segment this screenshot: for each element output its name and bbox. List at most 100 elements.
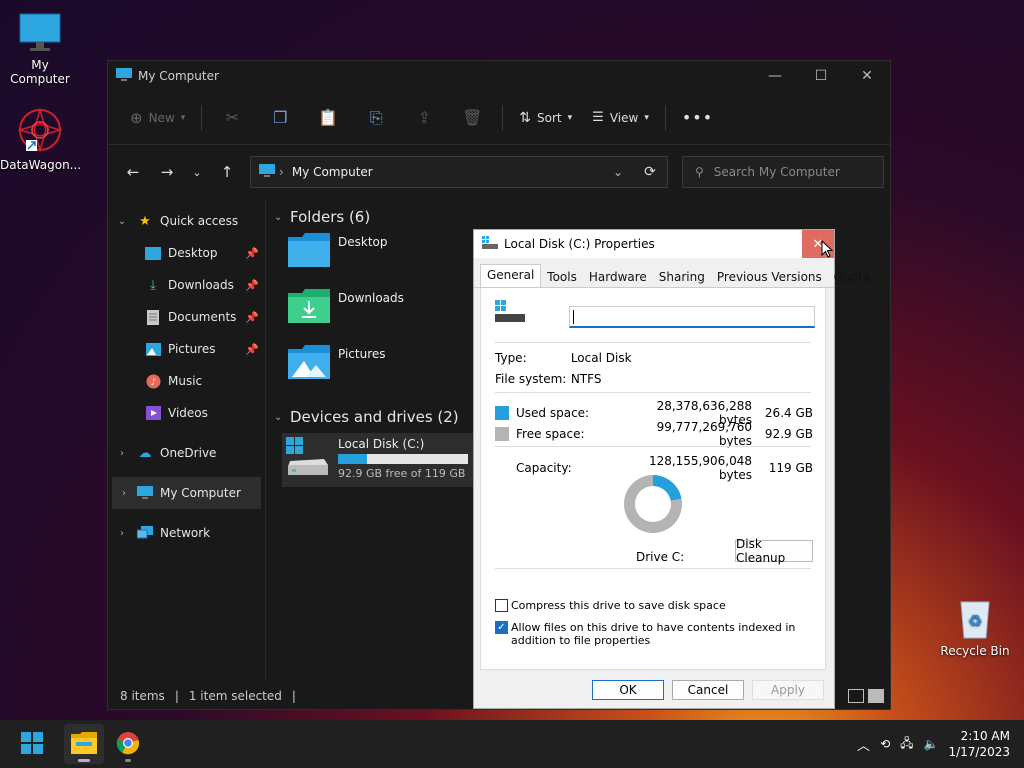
tiles-view-icon[interactable] [868,689,884,703]
apply-button[interactable]: Apply [752,680,824,700]
divider [201,104,203,131]
desktop-folder-icon [288,233,330,270]
copy-button[interactable]: ❐ [256,102,304,134]
index-option[interactable]: ✓ Allow files on this drive to have cont… [495,621,807,647]
free-color-swatch [495,427,509,441]
desktop-icon-label: My Computer [10,58,70,86]
sidebar-item-quick-access[interactable]: ⌄ ★ Quick access [108,205,265,237]
update-icon[interactable]: ⟲ [880,737,890,751]
sidebar-item-label: OneDrive [160,446,217,460]
chevron-right-icon[interactable]: › [108,448,136,459]
chevron-down-icon: ⌄ [274,411,283,423]
share-button[interactable]: ⇪ [400,102,448,134]
chevron-up-icon[interactable]: ︿ [857,735,870,754]
new-button[interactable]: ⊕ New ▾ [120,102,195,134]
network-icon[interactable]: 🖧 [900,734,913,755]
sidebar-item-onedrive[interactable]: › ☁ OneDrive [108,437,265,469]
recent-locations-button[interactable]: ⌄ [182,157,212,187]
desktop-icon-my-computer[interactable]: My Computer [0,10,80,86]
pin-icon[interactable]: 📌 [245,343,259,356]
drive-item-c[interactable]: Local Disk (C:) 92.9 GB free of 119 GB [282,433,482,487]
sidebar-item-documents[interactable]: Documents 📌 [108,301,265,333]
drive-name-input[interactable] [569,306,815,328]
desktop-icon-recycle-bin[interactable]: ♻ Recycle Bin [935,596,1015,658]
sidebar-item-videos[interactable]: Videos [108,397,265,429]
search-input[interactable]: ⚲ Search My Computer [682,156,884,188]
general-tab-panel: Type: Local Disk File system: NTFS Used … [480,288,826,670]
cancel-button[interactable]: Cancel [672,680,744,700]
chrome-icon [116,731,140,758]
rename-button[interactable]: ⎘ [352,102,400,134]
sidebar-item-downloads[interactable]: ⤓ Downloads 📌 [108,269,265,301]
maximize-button[interactable]: ☐ [798,61,844,91]
pin-icon[interactable]: 📌 [245,247,259,260]
svg-text:♻: ♻ [968,611,982,630]
address-bar[interactable]: › My Computer ⌄ ⟳ [250,156,668,188]
trash-icon: 🗑 [462,108,483,127]
dialog-tabs: General Tools Hardware Sharing Previous … [474,258,870,288]
sort-button[interactable]: ⇅ Sort ▾ [509,102,582,134]
forward-button[interactable]: → [152,157,182,187]
command-bar: ⊕ New ▾ ✂ ❐ 📋 ⎘ ⇪ 🗑 ⇅ Sort ▾ ☰ View ▾ ••… [108,91,890,145]
sidebar-item-desktop[interactable]: Desktop 📌 [108,237,265,269]
sidebar-item-label: Pictures [168,342,216,356]
tab-quota[interactable]: Quota [828,267,876,287]
compress-option[interactable]: Compress this drive to save disk space [495,599,726,612]
sidebar-item-music[interactable]: ♪ Music [108,365,265,397]
active-indicator [78,759,90,762]
up-button[interactable]: ↑ [212,157,242,187]
free-label: Free space: [516,427,585,441]
window-title: My Computer [138,69,219,83]
cut-button[interactable]: ✂ [208,102,256,134]
drive-icon [482,235,498,253]
chevron-right-icon[interactable]: › [112,488,136,499]
datawagon-logo-icon [16,106,64,154]
volume-icon[interactable]: 🔈 [924,737,939,751]
taskbar-file-explorer[interactable] [64,724,104,764]
minimize-button[interactable]: — [752,61,798,91]
start-button[interactable] [12,724,52,764]
close-button[interactable]: ✕ [844,61,890,91]
back-button[interactable]: ← [118,157,148,187]
index-checkbox[interactable]: ✓ [495,621,508,634]
chevron-right-icon[interactable]: › [108,528,136,539]
explorer-titlebar[interactable]: My Computer — ☐ ✕ [108,61,890,91]
capacity-label: Capacity: [516,461,572,475]
tab-sharing[interactable]: Sharing [653,267,711,287]
divider [495,342,811,343]
tab-previous-versions[interactable]: Previous Versions [711,267,828,287]
tab-general[interactable]: General [480,264,542,287]
delete-button[interactable]: 🗑 [448,102,496,134]
more-options-button[interactable]: ••• [672,102,723,134]
taskbar-chrome[interactable] [108,724,148,764]
pin-icon[interactable]: 📌 [245,311,259,324]
details-view-icon[interactable] [848,689,864,703]
used-gb: 26.4 GB [764,406,813,420]
sidebar-item-pictures[interactable]: Pictures 📌 [108,333,265,365]
ellipsis-icon: ••• [681,108,714,127]
download-icon: ⤓ [150,277,156,293]
sidebar-item-my-computer[interactable]: › My Computer [112,477,261,509]
chevron-down-icon[interactable]: ⌄ [603,165,633,179]
desktop-icon-datawagon[interactable]: DataWagon... [0,106,81,172]
sidebar-item-label: Quick access [160,214,239,228]
compress-checkbox[interactable] [495,599,508,612]
pin-icon[interactable]: 📌 [245,279,259,292]
breadcrumb[interactable]: My Computer [292,165,373,179]
divider [495,568,811,569]
mouse-cursor-icon [821,239,834,261]
sidebar-item-network[interactable]: › Network [108,517,265,549]
divider [495,446,811,447]
chevron-down-icon[interactable]: ⌄ [108,216,136,227]
ok-button[interactable]: OK [592,680,664,700]
paste-button[interactable]: 📋 [304,102,352,134]
dialog-titlebar[interactable]: Local Disk (C:) Properties ✕ [474,230,834,258]
disk-cleanup-button[interactable]: Disk Cleanup [735,537,813,565]
view-button[interactable]: ☰ View ▾ [582,102,659,134]
divider: | [291,689,296,703]
refresh-icon[interactable]: ⟳ [633,164,667,180]
tab-tools[interactable]: Tools [541,267,583,287]
clock[interactable]: 2:10 AM 1/17/2023 [948,728,1010,760]
tab-hardware[interactable]: Hardware [583,267,653,287]
